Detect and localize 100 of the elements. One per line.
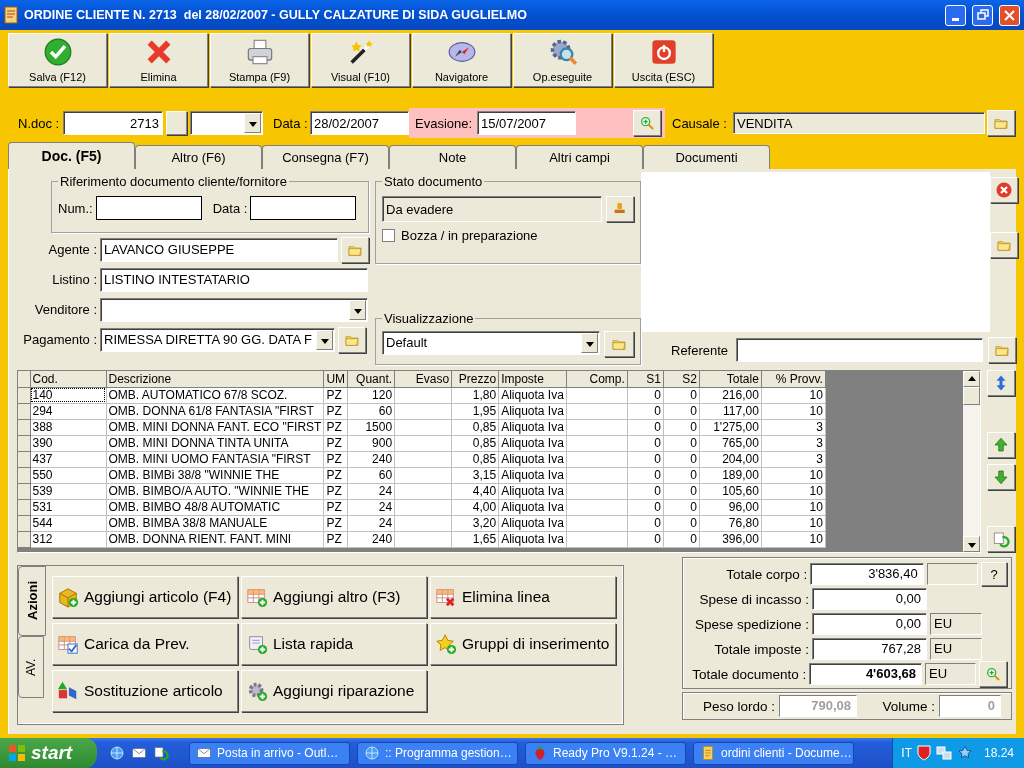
action-button[interactable]: Aggiungi altro (F3) — [241, 576, 427, 618]
tab[interactable]: Note — [389, 145, 516, 169]
column-header[interactable]: % Provv. — [761, 371, 826, 387]
move-down-button[interactable] — [987, 464, 1015, 490]
table-cell: 10 — [761, 483, 826, 499]
dropdown[interactable]: RIMESSA DIRETTA 90 GG. DATA F — [100, 327, 335, 352]
field-label: Pagamento : — [22, 332, 97, 347]
toolbar-button[interactable]: Navigatore — [412, 33, 511, 87]
input-field[interactable]: 2713 — [63, 111, 163, 135]
toolbar-button[interactable]: Stampa (F9) — [210, 33, 309, 87]
action-button[interactable]: Elimina linea — [430, 576, 616, 618]
table-cell: 3 — [761, 435, 826, 451]
table-cell: 0 — [663, 531, 700, 547]
column-header[interactable]: Cod. — [30, 371, 106, 387]
column-header[interactable]: Descrizione — [106, 371, 324, 387]
tab[interactable]: Azioni — [18, 566, 46, 636]
dropdown[interactable]: Default — [382, 330, 600, 355]
table-cell: 0 — [627, 403, 664, 419]
taskbar-button[interactable]: :: Programma gestion… — [357, 741, 518, 765]
total-value: 767,28 — [812, 638, 927, 660]
move-up-button[interactable] — [987, 432, 1015, 458]
tab[interactable]: Doc. (F5) — [8, 142, 135, 169]
column-header[interactable]: Comp. — [566, 371, 628, 387]
scrollbar[interactable] — [963, 371, 980, 552]
toolbar-button[interactable]: Op.eseguite — [513, 33, 612, 87]
table-cell: 96,00 — [699, 499, 762, 515]
action-button[interactable]: Aggiungi riparazione — [241, 670, 427, 712]
tab[interactable]: Altro (F6) — [135, 145, 262, 169]
total-label: Spese spedizione : — [693, 616, 809, 632]
total-value: 0,00 — [812, 613, 927, 635]
table-cell: 531 — [30, 499, 106, 515]
input-field[interactable] — [736, 338, 984, 362]
table-cell: 765,00 — [699, 435, 762, 451]
action-button[interactable]: Aggiungi articolo (F4) — [52, 576, 238, 618]
column-header[interactable]: S1 — [627, 371, 664, 387]
maximize-button[interactable] — [972, 4, 993, 26]
shield-icon — [916, 745, 931, 761]
input-field[interactable] — [250, 196, 357, 220]
minimize-icon — [952, 17, 959, 21]
taskbar-button[interactable]: ordini clienti - Docume… — [693, 741, 854, 765]
column-header[interactable]: Totale — [699, 371, 762, 387]
column-header[interactable]: S2 — [663, 371, 700, 387]
refresh-button[interactable] — [987, 526, 1015, 552]
table-cell: 216,00 — [699, 387, 762, 403]
tab[interactable]: Documenti — [643, 145, 770, 169]
tab[interactable]: Consegna (F7) — [262, 145, 389, 169]
taskbar-button[interactable]: Posta in arrivo - Outl… — [189, 741, 350, 765]
small-button[interactable] — [166, 111, 187, 135]
start-button[interactable]: start — [0, 738, 97, 768]
taskbar-button[interactable]: Ready Pro V9.1.24 - … — [525, 741, 686, 765]
dropdown[interactable] — [100, 297, 368, 322]
table-cell: 4,00 — [451, 499, 499, 515]
column-header[interactable]: Quant. — [347, 371, 395, 387]
input-field[interactable]: LAVANCO GIUSEPPE — [100, 237, 338, 262]
table-delete-icon — [435, 586, 457, 608]
folder-button[interactable] — [988, 337, 1017, 363]
input-field[interactable] — [95, 196, 202, 220]
toolbar-button[interactable]: Visual (F10) — [311, 33, 410, 87]
action-button[interactable]: Lista rapida — [241, 623, 427, 665]
zoom-button[interactable] — [633, 110, 661, 136]
action-button[interactable]: Sostituzione articolo — [52, 670, 238, 712]
table-cell: 388 — [30, 419, 106, 435]
tab[interactable]: Altri campi — [516, 145, 643, 169]
input-field[interactable]: 15/07/2007 — [477, 111, 576, 135]
up-arrow-icon — [992, 436, 1010, 454]
input-field[interactable]: 28/02/2007 — [310, 111, 409, 135]
field-label: Peso lordo : — [701, 698, 775, 714]
toolbar-button[interactable]: Salva (F12) — [8, 33, 107, 87]
move-button[interactable] — [987, 370, 1015, 396]
action-button[interactable]: Carica da Prev. — [52, 623, 238, 665]
dropdown[interactable] — [190, 111, 263, 135]
column-header[interactable]: Evaso — [394, 371, 452, 387]
checkbox[interactable] — [382, 229, 395, 242]
stamp-button[interactable] — [606, 196, 634, 222]
toolbar-button[interactable]: Uscita (ESC) — [614, 33, 713, 87]
zoom-button[interactable] — [979, 661, 1007, 687]
table-cell: 60 — [347, 403, 395, 419]
action-button[interactable]: Gruppi di inserimento — [430, 623, 616, 665]
star-add-icon — [435, 633, 457, 655]
tab[interactable]: AV. — [18, 636, 44, 698]
minimize-button[interactable] — [945, 4, 966, 26]
close-button[interactable] — [999, 4, 1020, 26]
table-cell: PZ — [323, 403, 348, 419]
scroll-add-icon — [246, 633, 268, 655]
table-cell: OMB. BIMBO 48/8 AUTOMATIC — [106, 499, 324, 515]
column-header[interactable]: Imposte — [498, 371, 567, 387]
table-cell: 0,85 — [451, 435, 499, 451]
table-cell: PZ — [323, 483, 348, 499]
toolbar-button[interactable]: Elimina — [109, 33, 208, 87]
table-cell: PZ — [323, 435, 348, 451]
column-header[interactable]: Prezzo — [451, 371, 499, 387]
delete-button[interactable] — [990, 177, 1018, 203]
column-header[interactable]: UM — [323, 371, 348, 387]
windows-logo-icon — [8, 744, 26, 762]
table-cell: 0 — [627, 451, 664, 467]
unit-field: EU — [930, 613, 982, 635]
status-field: Da evadere — [382, 196, 602, 222]
app-icon — [4, 6, 18, 24]
help-button[interactable]: ? — [981, 562, 1007, 586]
input-field[interactable]: LISTINO INTESTATARIO — [100, 267, 368, 292]
